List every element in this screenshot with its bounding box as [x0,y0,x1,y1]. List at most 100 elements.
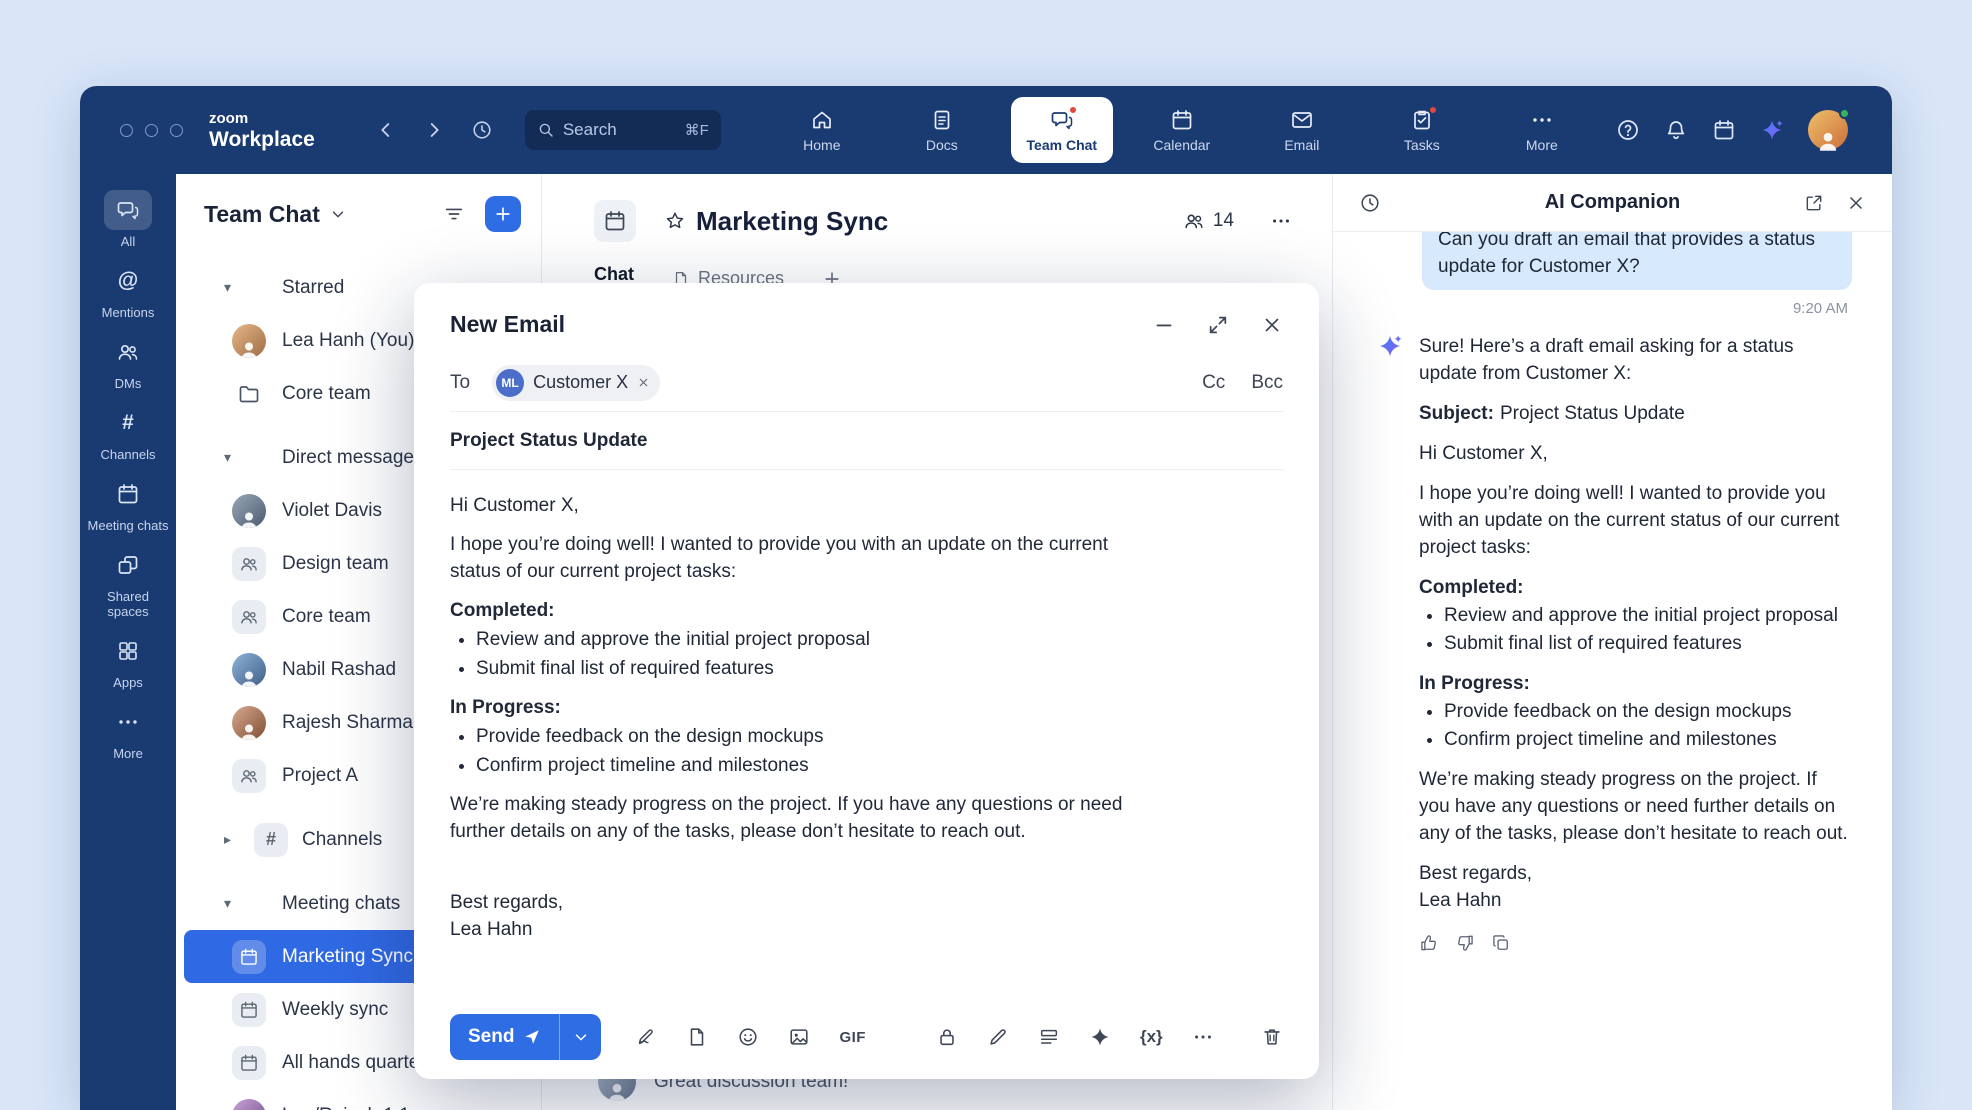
star-button[interactable] [664,210,686,232]
send-button[interactable]: Send [450,1014,559,1060]
ai-history-button[interactable] [1359,192,1381,214]
plus-icon [493,204,513,224]
people-icon [239,766,259,786]
signature-button[interactable] [635,1026,657,1048]
member-count[interactable]: 14 [1183,210,1234,232]
team-chat-title-dropdown[interactable]: Team Chat [204,201,347,228]
section-label: Starred [282,277,344,299]
nav-tab-more[interactable]: More [1491,97,1593,163]
thumbs-up-button[interactable] [1419,933,1439,953]
template-button[interactable] [686,1026,708,1048]
person-icon [604,1079,630,1101]
chat-item-label: Marketing Sync [282,946,413,968]
history-button[interactable] [471,119,493,141]
ai-companion-panel: AI Companion Can you draft an email that… [1332,174,1892,1110]
ai-inprogress-list: Provide feedback on the design mockups C… [1419,698,1852,753]
avatar [232,706,266,740]
forward-button[interactable] [423,119,445,141]
topbar-right [1616,110,1848,150]
rail-item-meeting-chats[interactable]: Meeting chats [86,474,170,534]
calendar-icon [239,1000,259,1020]
copy-button[interactable] [1491,933,1511,953]
encrypt-button[interactable] [936,1026,958,1048]
minimize-button[interactable] [1153,314,1175,336]
rail-item-dms[interactable]: DMs [86,332,170,392]
people-icon [116,340,140,364]
window-controls[interactable] [120,124,183,137]
nav-tab-calendar[interactable]: Calendar [1131,97,1233,163]
chat-item-lea-rajesh[interactable]: Lea/Rajesh 1:1 [176,1089,541,1110]
notifications-button[interactable] [1664,118,1688,142]
email-signature: Lea Hahn [450,916,1150,943]
close-ai-panel-button[interactable] [1846,193,1866,213]
disclosure-down-icon: ▾ [224,449,248,466]
rail-label: Meeting chats [88,519,169,534]
thumbs-down-button[interactable] [1455,933,1475,953]
more-options-button[interactable] [1192,1026,1214,1048]
subject-field[interactable]: Project Status Update [450,412,1283,470]
emoji-button[interactable] [737,1026,759,1048]
edit-button[interactable] [987,1026,1009,1048]
rail-label: More [113,747,143,762]
nav-tab-home[interactable]: Home [771,97,873,163]
calendar-icon [1170,108,1194,132]
presence-indicator [1839,108,1850,119]
send-options-button[interactable] [559,1014,601,1060]
layout-button[interactable] [1038,1026,1060,1048]
email-body-editor[interactable]: Hi Customer X, I hope you’re doing well!… [450,470,1150,995]
minimize-window-button[interactable] [145,124,158,137]
disclosure-down-icon: ▾ [224,895,248,912]
hash-icon: # [122,412,134,433]
cc-button[interactable]: Cc [1202,372,1225,394]
ai-response: Sure! Here’s a draft email asking for a … [1377,333,1852,927]
expand-button[interactable] [1207,314,1229,336]
variables-button[interactable]: {x} [1140,1027,1163,1047]
ai-body-intro: I hope you’re doing well! I wanted to pr… [1419,480,1852,561]
ai-companion-button[interactable] [1760,118,1784,142]
group-avatar [232,547,266,581]
chat-item-label: Core team [282,383,371,405]
rail-label: Mentions [102,306,155,321]
email-inprogress-heading: In Progress: [450,694,1150,721]
remove-recipient-button[interactable] [637,376,650,389]
ai-response-actions [1419,933,1852,953]
new-chat-button[interactable] [485,196,521,232]
ai-assist-button[interactable] [1089,1026,1111,1048]
rail-item-channels[interactable]: # Channels [86,403,170,463]
close-window-button[interactable] [120,124,133,137]
help-button[interactable] [1616,118,1640,142]
to-label: To [450,372,470,394]
rail-item-mentions[interactable]: @ Mentions [86,261,170,321]
user-avatar[interactable] [1808,110,1848,150]
open-in-new-button[interactable] [1804,193,1824,213]
rail-item-apps[interactable]: Apps [86,631,170,691]
chat-item-label: Lea/Rajesh 1:1 [282,1105,410,1110]
nav-label: Calendar [1153,137,1210,153]
rail-item-more[interactable]: More [86,702,170,762]
nav-tab-team-chat[interactable]: Team Chat [1011,97,1113,163]
rail-item-all[interactable]: All [86,190,170,250]
bcc-button[interactable]: Bcc [1251,372,1283,394]
filter-button[interactable] [443,203,465,225]
back-button[interactable] [375,119,397,141]
discard-draft-button[interactable] [1261,1026,1283,1048]
gif-button[interactable]: GIF [839,1029,866,1046]
upcoming-meetings-button[interactable] [1712,118,1736,142]
conversation-menu-button[interactable] [1270,210,1292,232]
recipient-chip[interactable]: ML Customer X [492,365,660,401]
logo-workplace: Workplace [209,129,315,150]
avatar [232,494,266,528]
nav-tab-docs[interactable]: Docs [891,97,993,163]
close-button[interactable] [1261,314,1283,336]
search-input[interactable]: Search ⌘F [525,110,721,150]
maximize-window-button[interactable] [170,124,183,137]
nav-label: Docs [926,137,958,153]
nav-label: Home [803,137,840,153]
rail-label: Apps [113,676,143,691]
to-field[interactable]: To ML Customer X Cc Bcc [450,354,1283,412]
insert-image-button[interactable] [788,1026,810,1048]
nav-tab-tasks[interactable]: Tasks [1371,97,1473,163]
nav-tab-email[interactable]: Email [1251,97,1353,163]
chat-item-label: Violet Davis [282,500,382,522]
rail-item-shared-spaces[interactable]: Shared spaces [86,545,170,620]
